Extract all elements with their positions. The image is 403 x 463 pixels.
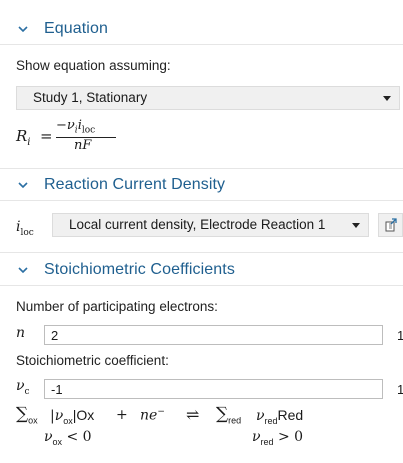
dropdown-arrow-icon <box>383 96 391 101</box>
dropdown-arrow-icon <box>352 223 360 228</box>
iloc-symbol: iloc <box>16 219 34 238</box>
divider <box>0 252 403 253</box>
show-equation-label: Show equation assuming: <box>16 58 171 73</box>
nu-c-symbol: νc <box>16 378 30 397</box>
stoichiometric-coefficients-section-header[interactable]: Stoichiometric Coefficients <box>0 255 403 285</box>
section-title-reaction-current-density: Reaction Current Density <box>44 176 226 193</box>
divider <box>0 285 403 286</box>
equation-formula: Ri = −νiiloc nF <box>16 117 116 157</box>
chevron-down-icon <box>18 182 28 189</box>
divider <box>0 200 403 201</box>
sum-red: ∑red <box>216 404 242 426</box>
go-to-source-icon <box>385 218 397 232</box>
eq-lhs: Ri <box>16 127 31 148</box>
chevron-down-icon <box>18 267 28 274</box>
divider <box>0 168 403 169</box>
eq-plus: + <box>116 407 128 423</box>
eq-equals: = <box>40 127 53 145</box>
electrons-input-value: 2 <box>51 328 59 343</box>
stoich-coefficient-label: Stoichiometric coefficient: <box>16 353 169 368</box>
equation-section-header[interactable]: Equation <box>0 14 403 44</box>
chevron-down-icon <box>18 26 28 33</box>
abs-nu-ox: |νox|Ox <box>50 407 95 426</box>
current-density-select-value: Local current density, Electrode Reactio… <box>69 217 326 232</box>
study-select[interactable]: Study 1, Stationary <box>16 86 400 110</box>
stoich-coefficient-input-value: -1 <box>51 382 63 397</box>
current-density-select[interactable]: Local current density, Electrode Reactio… <box>52 213 369 237</box>
study-select-value: Study 1, Stationary <box>33 90 148 105</box>
nu-red: νredRed <box>256 407 304 426</box>
equilibrium-arrow: ⇌ <box>186 405 200 424</box>
condition-red: νred > 0 <box>252 429 304 447</box>
section-title-stoichiometric-coefficients: Stoichiometric Coefficients <box>44 261 235 278</box>
eq-denominator: nF <box>74 138 92 153</box>
section-title-equation: Equation <box>44 20 108 37</box>
eq-numerator: −νiiloc <box>56 118 96 136</box>
sum-ox: ∑ox <box>16 404 38 426</box>
stoich-coefficient-input[interactable]: -1 <box>44 379 383 399</box>
electrons-unit: 1 <box>397 328 403 343</box>
n-symbol: n <box>16 325 26 341</box>
divider <box>0 44 403 45</box>
condition-ox: νox < 0 <box>44 429 92 447</box>
go-to-source-button[interactable] <box>378 213 403 237</box>
reaction-current-density-section-header[interactable]: Reaction Current Density <box>0 170 403 200</box>
electrons-input[interactable]: 2 <box>44 325 383 345</box>
eq-ne: ne− <box>140 407 165 424</box>
stoich-coefficient-unit: 1 <box>397 382 403 397</box>
electrons-label: Number of participating electrons: <box>16 299 218 314</box>
reaction-equation: ∑ox |νox|Ox + ne− ⇌ ∑red νredRed νox < 0… <box>16 404 403 460</box>
